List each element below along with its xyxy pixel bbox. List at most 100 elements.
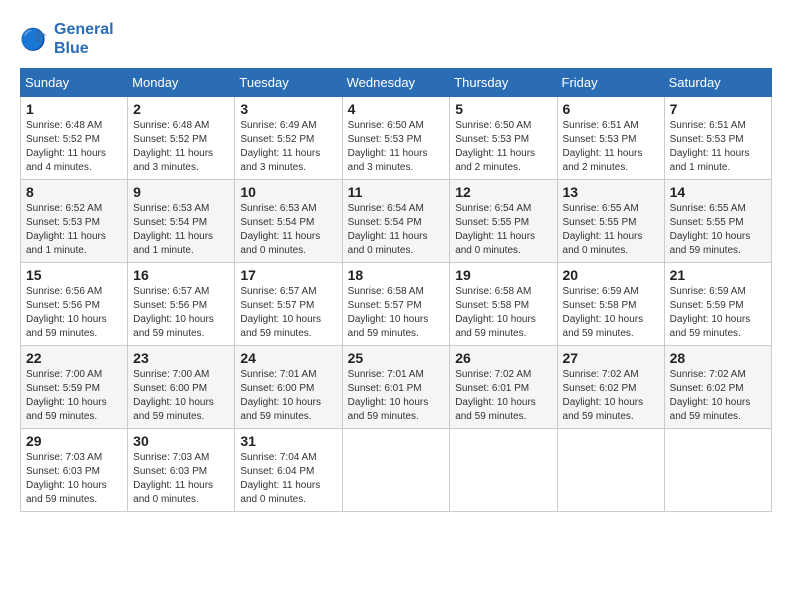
day-info: Sunrise: 6:51 AM Sunset: 5:53 PM Dayligh…	[670, 119, 766, 175]
calendar-cell: 28 Sunrise: 7:02 AM Sunset: 6:02 PM Dayl…	[664, 346, 771, 429]
calendar-cell	[450, 429, 557, 512]
header-friday: Friday	[557, 69, 664, 97]
day-info: Sunrise: 7:00 AM Sunset: 6:00 PM Dayligh…	[133, 368, 229, 424]
day-info: Sunrise: 6:54 AM Sunset: 5:54 PM Dayligh…	[348, 202, 445, 258]
day-number: 8	[26, 184, 122, 200]
calendar-cell: 19 Sunrise: 6:58 AM Sunset: 5:58 PM Dayl…	[450, 263, 557, 346]
calendar-cell: 11 Sunrise: 6:54 AM Sunset: 5:54 PM Dayl…	[342, 180, 450, 263]
day-number: 29	[26, 433, 122, 449]
header-tuesday: Tuesday	[235, 69, 342, 97]
day-info: Sunrise: 6:50 AM Sunset: 5:53 PM Dayligh…	[348, 119, 445, 175]
day-number: 1	[26, 101, 122, 117]
calendar-cell	[342, 429, 450, 512]
calendar-header-row: SundayMondayTuesdayWednesdayThursdayFrid…	[21, 69, 772, 97]
day-info: Sunrise: 6:59 AM Sunset: 5:59 PM Dayligh…	[670, 285, 766, 341]
day-number: 4	[348, 101, 445, 117]
calendar-week-5: 29 Sunrise: 7:03 AM Sunset: 6:03 PM Dayl…	[21, 429, 772, 512]
day-info: Sunrise: 6:55 AM Sunset: 5:55 PM Dayligh…	[563, 202, 659, 258]
day-number: 28	[670, 350, 766, 366]
calendar-cell: 24 Sunrise: 7:01 AM Sunset: 6:00 PM Dayl…	[235, 346, 342, 429]
day-info: Sunrise: 6:58 AM Sunset: 5:57 PM Dayligh…	[348, 285, 445, 341]
calendar-cell: 22 Sunrise: 7:00 AM Sunset: 5:59 PM Dayl…	[21, 346, 128, 429]
day-number: 18	[348, 267, 445, 283]
day-info: Sunrise: 6:59 AM Sunset: 5:58 PM Dayligh…	[563, 285, 659, 341]
calendar-cell: 31 Sunrise: 7:04 AM Sunset: 6:04 PM Dayl…	[235, 429, 342, 512]
day-number: 11	[348, 184, 445, 200]
day-number: 26	[455, 350, 551, 366]
day-number: 19	[455, 267, 551, 283]
calendar-cell: 29 Sunrise: 7:03 AM Sunset: 6:03 PM Dayl…	[21, 429, 128, 512]
day-number: 10	[240, 184, 336, 200]
calendar-cell: 20 Sunrise: 6:59 AM Sunset: 5:58 PM Dayl…	[557, 263, 664, 346]
day-number: 6	[563, 101, 659, 117]
calendar-week-2: 8 Sunrise: 6:52 AM Sunset: 5:53 PM Dayli…	[21, 180, 772, 263]
calendar-cell: 3 Sunrise: 6:49 AM Sunset: 5:52 PM Dayli…	[235, 97, 342, 180]
day-info: Sunrise: 6:54 AM Sunset: 5:55 PM Dayligh…	[455, 202, 551, 258]
calendar-cell: 4 Sunrise: 6:50 AM Sunset: 5:53 PM Dayli…	[342, 97, 450, 180]
calendar-cell: 17 Sunrise: 6:57 AM Sunset: 5:57 PM Dayl…	[235, 263, 342, 346]
logo: 🔵 General Blue	[20, 20, 114, 58]
day-info: Sunrise: 7:03 AM Sunset: 6:03 PM Dayligh…	[133, 451, 229, 507]
calendar-cell: 12 Sunrise: 6:54 AM Sunset: 5:55 PM Dayl…	[450, 180, 557, 263]
day-number: 23	[133, 350, 229, 366]
day-number: 12	[455, 184, 551, 200]
day-info: Sunrise: 6:49 AM Sunset: 5:52 PM Dayligh…	[240, 119, 336, 175]
day-number: 31	[240, 433, 336, 449]
header-thursday: Thursday	[450, 69, 557, 97]
day-info: Sunrise: 7:01 AM Sunset: 6:01 PM Dayligh…	[348, 368, 445, 424]
day-info: Sunrise: 7:01 AM Sunset: 6:00 PM Dayligh…	[240, 368, 336, 424]
day-info: Sunrise: 6:57 AM Sunset: 5:56 PM Dayligh…	[133, 285, 229, 341]
day-number: 27	[563, 350, 659, 366]
day-number: 22	[26, 350, 122, 366]
day-number: 7	[670, 101, 766, 117]
calendar-cell: 16 Sunrise: 6:57 AM Sunset: 5:56 PM Dayl…	[128, 263, 235, 346]
day-info: Sunrise: 6:53 AM Sunset: 5:54 PM Dayligh…	[133, 202, 229, 258]
calendar-cell: 18 Sunrise: 6:58 AM Sunset: 5:57 PM Dayl…	[342, 263, 450, 346]
page-header: 🔵 General Blue	[20, 20, 772, 58]
day-info: Sunrise: 7:04 AM Sunset: 6:04 PM Dayligh…	[240, 451, 336, 507]
calendar-cell: 26 Sunrise: 7:02 AM Sunset: 6:01 PM Dayl…	[450, 346, 557, 429]
day-info: Sunrise: 6:53 AM Sunset: 5:54 PM Dayligh…	[240, 202, 336, 258]
day-number: 14	[670, 184, 766, 200]
calendar-cell: 23 Sunrise: 7:00 AM Sunset: 6:00 PM Dayl…	[128, 346, 235, 429]
day-number: 24	[240, 350, 336, 366]
day-number: 15	[26, 267, 122, 283]
day-info: Sunrise: 7:02 AM Sunset: 6:01 PM Dayligh…	[455, 368, 551, 424]
calendar-cell: 5 Sunrise: 6:50 AM Sunset: 5:53 PM Dayli…	[450, 97, 557, 180]
day-info: Sunrise: 7:02 AM Sunset: 6:02 PM Dayligh…	[563, 368, 659, 424]
header-saturday: Saturday	[664, 69, 771, 97]
calendar-cell: 10 Sunrise: 6:53 AM Sunset: 5:54 PM Dayl…	[235, 180, 342, 263]
calendar-cell: 27 Sunrise: 7:02 AM Sunset: 6:02 PM Dayl…	[557, 346, 664, 429]
logo-text: General Blue	[54, 20, 114, 58]
calendar-cell: 13 Sunrise: 6:55 AM Sunset: 5:55 PM Dayl…	[557, 180, 664, 263]
calendar-cell: 15 Sunrise: 6:56 AM Sunset: 5:56 PM Dayl…	[21, 263, 128, 346]
day-number: 16	[133, 267, 229, 283]
day-number: 25	[348, 350, 445, 366]
day-number: 20	[563, 267, 659, 283]
header-sunday: Sunday	[21, 69, 128, 97]
day-info: Sunrise: 6:58 AM Sunset: 5:58 PM Dayligh…	[455, 285, 551, 341]
day-info: Sunrise: 6:48 AM Sunset: 5:52 PM Dayligh…	[26, 119, 122, 175]
calendar-cell	[664, 429, 771, 512]
day-info: Sunrise: 6:56 AM Sunset: 5:56 PM Dayligh…	[26, 285, 122, 341]
calendar-cell: 30 Sunrise: 7:03 AM Sunset: 6:03 PM Dayl…	[128, 429, 235, 512]
calendar-cell: 1 Sunrise: 6:48 AM Sunset: 5:52 PM Dayli…	[21, 97, 128, 180]
day-info: Sunrise: 6:57 AM Sunset: 5:57 PM Dayligh…	[240, 285, 336, 341]
calendar-cell: 2 Sunrise: 6:48 AM Sunset: 5:52 PM Dayli…	[128, 97, 235, 180]
day-info: Sunrise: 6:51 AM Sunset: 5:53 PM Dayligh…	[563, 119, 659, 175]
day-number: 2	[133, 101, 229, 117]
day-info: Sunrise: 6:52 AM Sunset: 5:53 PM Dayligh…	[26, 202, 122, 258]
calendar-week-3: 15 Sunrise: 6:56 AM Sunset: 5:56 PM Dayl…	[21, 263, 772, 346]
calendar-week-4: 22 Sunrise: 7:00 AM Sunset: 5:59 PM Dayl…	[21, 346, 772, 429]
day-info: Sunrise: 7:03 AM Sunset: 6:03 PM Dayligh…	[26, 451, 122, 507]
day-number: 21	[670, 267, 766, 283]
day-info: Sunrise: 7:00 AM Sunset: 5:59 PM Dayligh…	[26, 368, 122, 424]
day-number: 5	[455, 101, 551, 117]
day-number: 13	[563, 184, 659, 200]
day-info: Sunrise: 6:50 AM Sunset: 5:53 PM Dayligh…	[455, 119, 551, 175]
day-number: 3	[240, 101, 336, 117]
calendar-cell: 7 Sunrise: 6:51 AM Sunset: 5:53 PM Dayli…	[664, 97, 771, 180]
day-number: 17	[240, 267, 336, 283]
day-number: 30	[133, 433, 229, 449]
calendar-cell: 9 Sunrise: 6:53 AM Sunset: 5:54 PM Dayli…	[128, 180, 235, 263]
